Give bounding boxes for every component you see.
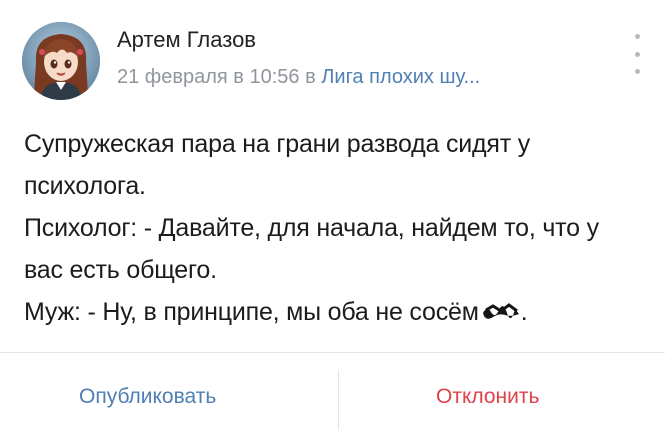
post-header: Артем Глазов 21 февраля в 10:56 в Лига п… (22, 22, 642, 102)
suggested-post-card: Артем Глазов 21 февраля в 10:56 в Лига п… (0, 0, 665, 445)
author-name[interactable]: Артем Глазов (117, 27, 256, 53)
publish-button[interactable]: Опубликовать (79, 385, 216, 409)
avatar[interactable] (22, 22, 100, 100)
post-line-text: Муж: - Ну, в принципе, мы оба не сосём (24, 298, 479, 326)
post-line-last: Муж: - Ну, в принципе, мы оба не сосём. (24, 291, 644, 334)
anime-girl-avatar-icon (22, 22, 100, 100)
post-meta: 21 февраля в 10:56 в Лига плохих шу... (117, 66, 480, 89)
group-link[interactable]: Лига плохих шу... (321, 66, 480, 88)
post-text: Супружеская пара на грани развода сидят … (24, 123, 644, 334)
reject-button[interactable]: Отклонить (436, 385, 539, 409)
post-line: Супружеская пара на грани развода сидят … (24, 130, 531, 200)
more-options-button[interactable] (627, 30, 647, 78)
vertical-dots-icon (634, 34, 640, 74)
actions-vertical-divider (338, 370, 339, 430)
post-line: Психолог: - Давайте, для начала, найдем … (24, 214, 599, 284)
post-date: 21 февраля в 10:56 в (117, 66, 322, 88)
scribble-censor-icon (481, 292, 521, 334)
post-end-punct: . (520, 298, 528, 326)
actions-divider (0, 352, 665, 353)
